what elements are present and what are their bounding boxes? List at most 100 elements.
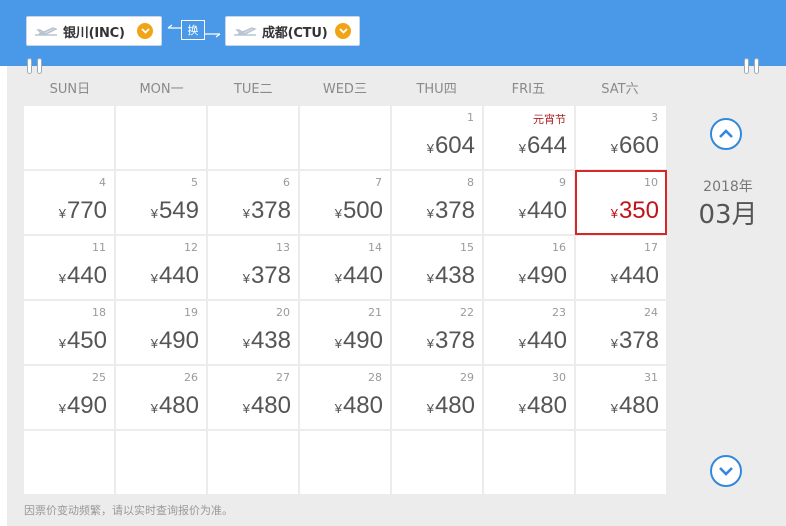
- calendar-day-cell[interactable]: 5 ¥549: [116, 171, 206, 234]
- calendar-day-cell[interactable]: 21 ¥490: [300, 301, 390, 364]
- currency-symbol: ¥: [242, 206, 250, 221]
- calendar-day-cell[interactable]: 11 ¥440: [24, 236, 114, 299]
- day-price: ¥378: [243, 197, 291, 225]
- calendar-day-cell[interactable]: 20 ¥438: [208, 301, 298, 364]
- calendar-day-cell[interactable]: 29 ¥480: [392, 366, 482, 429]
- price-value: 378: [434, 197, 475, 224]
- holiday-label: 元宵节: [533, 113, 566, 126]
- currency-symbol: ¥: [58, 401, 66, 416]
- calendar-day-cell: [300, 431, 390, 494]
- calendar-day-cell[interactable]: 8 ¥378: [392, 171, 482, 234]
- day-number: 23: [552, 306, 566, 319]
- day-price: ¥378: [243, 262, 291, 290]
- day-price: ¥490: [335, 327, 383, 355]
- day-number: 18: [92, 306, 106, 319]
- weekday-label: SAT六: [601, 82, 639, 97]
- day-price: ¥604: [427, 132, 475, 160]
- calendar-day-cell[interactable]: 9 ¥440: [484, 171, 574, 234]
- route-header: 银川(INC) 换 成都(CTU): [0, 0, 786, 66]
- day-price: ¥549: [151, 197, 199, 225]
- day-number: 28: [368, 371, 382, 384]
- calendar-day-cell[interactable]: 7 ¥500: [300, 171, 390, 234]
- price-value: 480: [526, 392, 567, 419]
- currency-symbol: ¥: [610, 336, 618, 351]
- day-number: 5: [191, 176, 198, 189]
- price-value: 490: [342, 327, 383, 354]
- dropdown-arrow-icon[interactable]: [335, 23, 351, 39]
- calendar-day-cell[interactable]: 10 ¥350: [575, 170, 667, 235]
- currency-symbol: ¥: [518, 401, 526, 416]
- day-number: 21: [368, 306, 382, 319]
- weekday-label: SUN日: [49, 82, 91, 97]
- calendar-day-cell[interactable]: 19 ¥490: [116, 301, 206, 364]
- calendar-day-cell: [208, 106, 298, 169]
- calendar-day-cell[interactable]: 22 ¥378: [392, 301, 482, 364]
- currency-symbol: ¥: [426, 336, 434, 351]
- weekday-label: MON一: [139, 82, 184, 97]
- day-number: 8: [467, 176, 474, 189]
- calendar-day-cell[interactable]: 4 ¥770: [24, 171, 114, 234]
- calendar-day-cell[interactable]: 17 ¥440: [576, 236, 666, 299]
- calendar-day-cell[interactable]: 28 ¥480: [300, 366, 390, 429]
- day-price: ¥480: [243, 392, 291, 420]
- calendar-day-cell[interactable]: 16 ¥490: [484, 236, 574, 299]
- calendar-day-cell[interactable]: 27 ¥480: [208, 366, 298, 429]
- day-price: ¥500: [335, 197, 383, 225]
- departure-city-selector[interactable]: 银川(INC): [26, 16, 162, 46]
- weekday-header: SUN日 MON一 TUE二 WED三 THU四 FRI五 SAT六: [24, 78, 666, 98]
- currency-symbol: ¥: [334, 336, 342, 351]
- currency-symbol: ¥: [150, 271, 158, 286]
- calendar-day-cell[interactable]: 23 ¥440: [484, 301, 574, 364]
- calendar-year: 2018年: [703, 179, 753, 195]
- calendar-day-cell[interactable]: 元宵节 ¥644: [484, 106, 574, 169]
- price-value: 644: [526, 132, 567, 159]
- price-value: 378: [250, 262, 291, 289]
- price-value: 480: [618, 392, 659, 419]
- currency-symbol: ¥: [518, 336, 526, 351]
- currency-symbol: ¥: [58, 336, 66, 351]
- calendar-day-cell: [300, 106, 390, 169]
- calendar-day-cell[interactable]: 1 ¥604: [392, 106, 482, 169]
- calendar-day-cell[interactable]: 31 ¥480: [576, 366, 666, 429]
- price-value: 660: [618, 132, 659, 159]
- calendar-day-cell[interactable]: 3 ¥660: [576, 106, 666, 169]
- price-value: 604: [434, 132, 475, 159]
- calendar-day-cell[interactable]: 15 ¥438: [392, 236, 482, 299]
- price-disclaimer: 因票价变动频繁，请以实时查询报价为准。: [24, 504, 233, 517]
- currency-symbol: ¥: [610, 401, 618, 416]
- calendar-day-cell[interactable]: 14 ¥440: [300, 236, 390, 299]
- day-price: ¥440: [59, 262, 107, 290]
- previous-month-button[interactable]: [710, 118, 742, 150]
- currency-symbol: ¥: [610, 271, 618, 286]
- price-value: 378: [434, 327, 475, 354]
- day-number: 26: [184, 371, 198, 384]
- currency-symbol: ¥: [242, 401, 250, 416]
- currency-symbol: ¥: [610, 141, 618, 156]
- calendar-day-cell[interactable]: 13 ¥378: [208, 236, 298, 299]
- calendar-day-cell[interactable]: 18 ¥450: [24, 301, 114, 364]
- price-value: 500: [342, 197, 383, 224]
- day-number: 27: [276, 371, 290, 384]
- calendar-day-cell[interactable]: 6 ¥378: [208, 171, 298, 234]
- dropdown-arrow-icon[interactable]: [137, 23, 153, 39]
- calendar-day-cell[interactable]: 26 ¥480: [116, 366, 206, 429]
- currency-symbol: ¥: [334, 271, 342, 286]
- day-price: ¥350: [611, 197, 659, 225]
- calendar-day-cell[interactable]: 12 ¥440: [116, 236, 206, 299]
- price-value: 480: [342, 392, 383, 419]
- arrival-city-selector[interactable]: 成都(CTU): [225, 16, 360, 46]
- currency-symbol: ¥: [242, 336, 250, 351]
- swap-cities-button[interactable]: 换: [166, 20, 222, 42]
- price-value: 480: [434, 392, 475, 419]
- day-price: ¥490: [151, 327, 199, 355]
- weekday-label: WED三: [322, 82, 367, 97]
- calendar-day-cell[interactable]: 24 ¥378: [576, 301, 666, 364]
- calendar-day-cell[interactable]: 30 ¥480: [484, 366, 574, 429]
- day-number: 3: [651, 111, 658, 124]
- currency-symbol: ¥: [150, 206, 158, 221]
- calendar-day-cell[interactable]: 25 ¥490: [24, 366, 114, 429]
- day-price: ¥770: [59, 197, 107, 225]
- price-value: 490: [66, 392, 107, 419]
- day-price: ¥440: [335, 262, 383, 290]
- next-month-button[interactable]: [710, 455, 742, 487]
